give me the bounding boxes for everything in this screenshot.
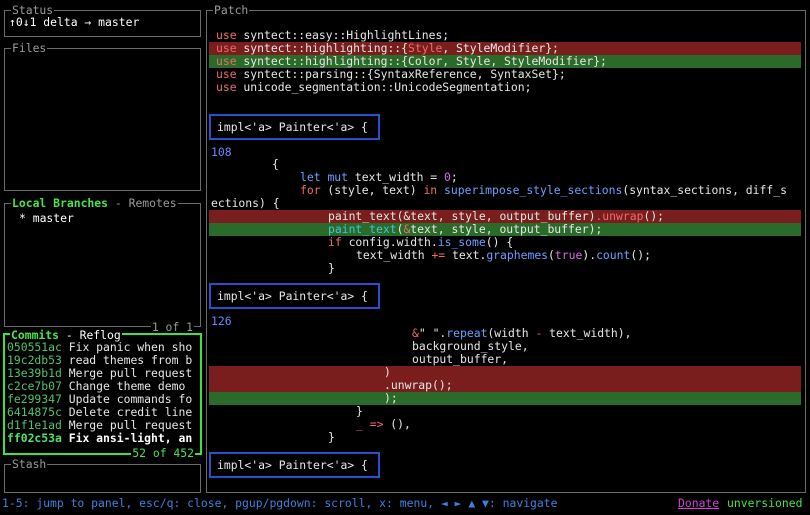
commits-panel[interactable]: Commits - Reflog 050551ac Fix panic when… bbox=[3, 328, 202, 460]
stash-panel[interactable]: Stash bbox=[4, 457, 201, 493]
tab-remotes[interactable]: Remotes bbox=[129, 196, 177, 210]
donate-link[interactable]: Donate bbox=[678, 497, 719, 510]
hunk-header: impl<'a> Painter<'a> { bbox=[209, 114, 380, 140]
removed-line-bg bbox=[209, 366, 801, 379]
keybinding-hints: 1-5: jump to panel, esc/q: close, pgup/p… bbox=[2, 496, 558, 510]
code-line: ections) { bbox=[211, 196, 280, 210]
hunk-line-number: 108 bbox=[211, 145, 232, 159]
branch-item-master[interactable]: * master bbox=[19, 212, 74, 225]
code-line-added: ); bbox=[384, 391, 398, 405]
stash-panel-title: Stash bbox=[11, 457, 48, 471]
hunk-line-number: 126 bbox=[211, 314, 232, 328]
removed-line-bg bbox=[209, 379, 801, 392]
version-label: unversioned bbox=[727, 496, 803, 510]
branches-panel[interactable]: Local Branches - Remotes * master 1 of 1 bbox=[4, 196, 201, 334]
files-panel-title: Files bbox=[11, 41, 48, 55]
patch-panel-title: Patch bbox=[213, 3, 250, 17]
status-panel[interactable]: Status ↑0↓1 delta → master bbox=[4, 3, 201, 37]
hunk-header: impl<'a> Painter<'a> { bbox=[209, 283, 380, 309]
hunk-header-text: impl<'a> Painter<'a> { bbox=[217, 289, 368, 303]
code-line: for (style, text) in superimpose_style_s… bbox=[300, 183, 787, 197]
code-line: use unicode_segmentation::UnicodeSegment… bbox=[216, 80, 532, 94]
code-line: text_width += text.graphemes(true).count… bbox=[356, 248, 651, 262]
commit-row-selected[interactable]: ff02c53a Fix ansi-light, an bbox=[7, 432, 192, 445]
code-line: { bbox=[272, 157, 279, 171]
status-text: ↑0↓1 delta → master bbox=[9, 15, 140, 29]
tab-local-branches[interactable]: Local Branches bbox=[12, 196, 108, 210]
files-panel[interactable]: Files bbox=[4, 41, 201, 191]
commits-count: 52 of 452 bbox=[131, 446, 195, 460]
branches-panel-title: Local Branches - Remotes bbox=[11, 196, 178, 210]
hunk-header-text: impl<'a> Painter<'a> { bbox=[217, 120, 368, 134]
branches-count: 1 of 1 bbox=[150, 320, 194, 334]
code-line: } bbox=[328, 430, 335, 444]
code-line: output_buffer, bbox=[412, 352, 509, 366]
hunk-header-text: impl<'a> Painter<'a> { bbox=[217, 458, 368, 472]
hunk-header: impl<'a> Painter<'a> { bbox=[209, 452, 380, 478]
code-line: _ => (), bbox=[356, 417, 411, 431]
added-line-bg bbox=[209, 392, 801, 405]
code-line: } bbox=[328, 261, 335, 275]
